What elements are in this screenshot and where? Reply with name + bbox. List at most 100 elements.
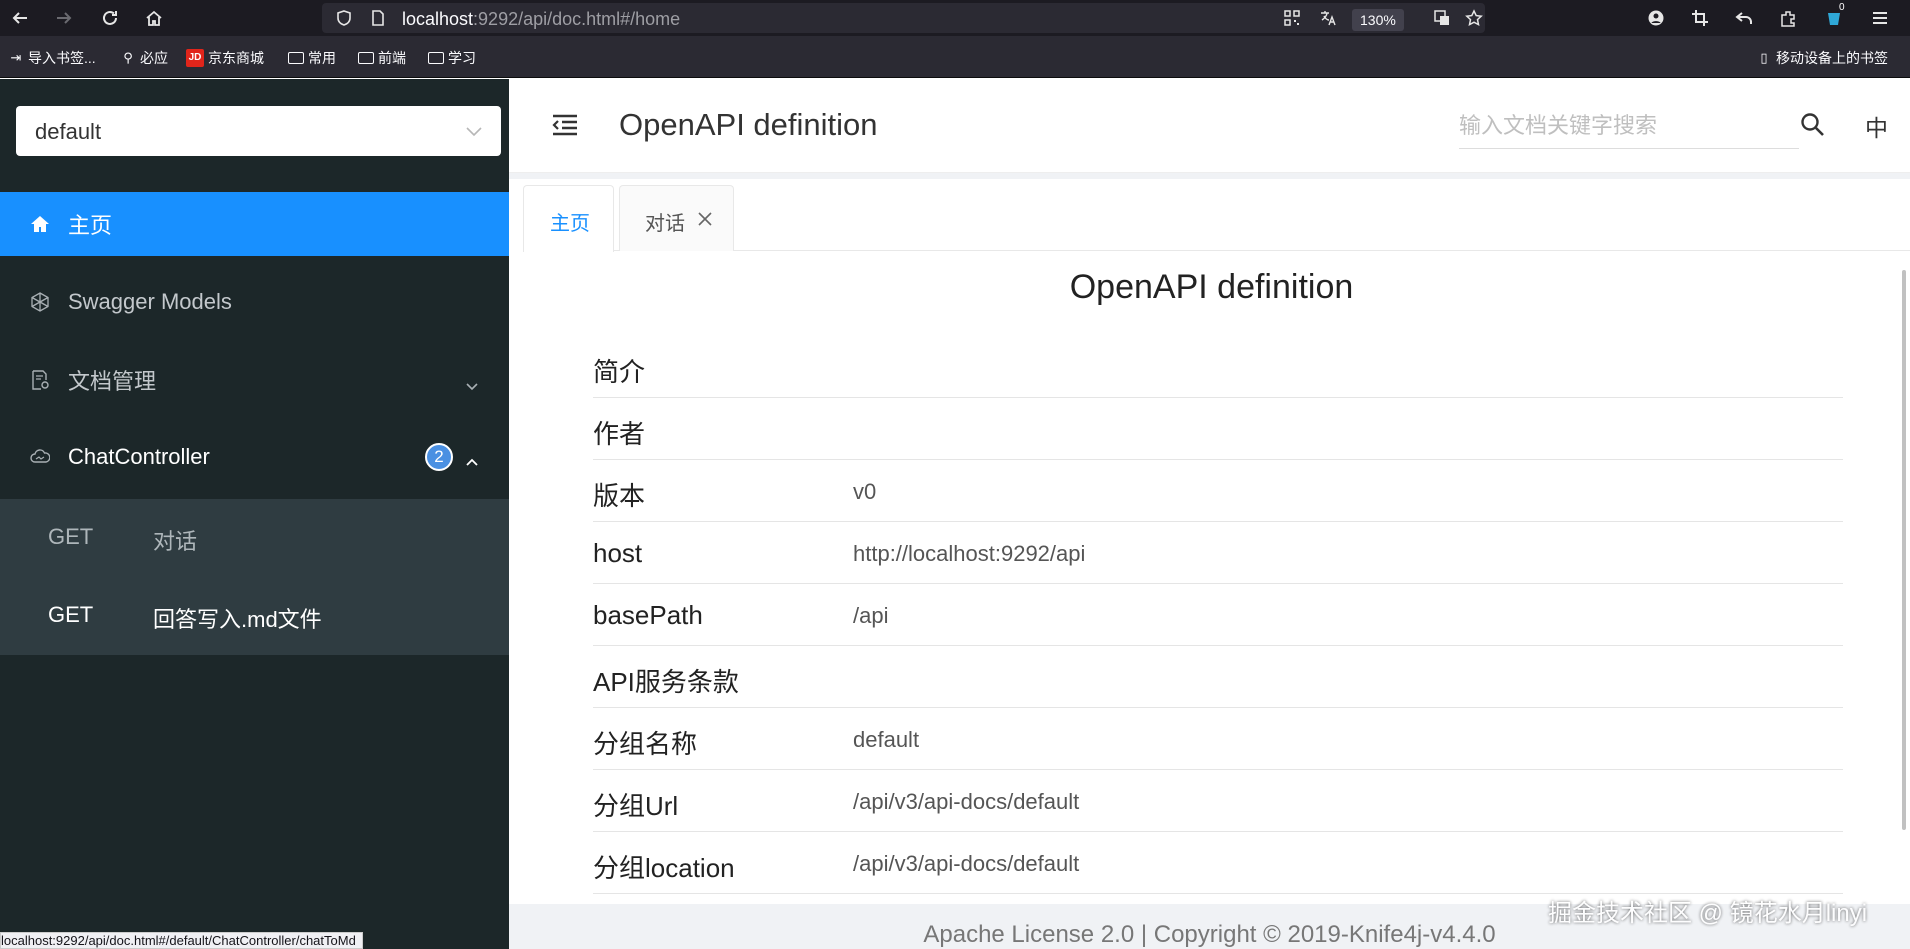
url-bar[interactable]: localhost:9292/api/doc.html#/home 130% xyxy=(322,3,1485,33)
table-row: host http://localhost:9292/api xyxy=(593,522,1843,584)
page-icon xyxy=(366,6,390,30)
sidebar: default 主页 Swagger Models 文档管理 ChatContr… xyxy=(0,79,509,949)
forward-icon[interactable] xyxy=(52,6,76,30)
info-key: 分组location xyxy=(593,853,735,883)
status-url-tooltip: localhost:9292/api/doc.html#/default/Cha… xyxy=(0,932,363,949)
tab-label: 对话 xyxy=(645,213,685,235)
info-value: default xyxy=(853,727,920,752)
info-key: 作者 xyxy=(593,419,646,449)
chatcontroller-submenu: GET 对话 GET 回答写入.md文件 xyxy=(0,499,509,655)
extensions-icon[interactable] xyxy=(1776,6,1800,30)
back-icon[interactable] xyxy=(8,6,32,30)
sidebar-item-swagger-models[interactable]: Swagger Models xyxy=(0,270,509,334)
tab-home[interactable]: 主页 xyxy=(523,185,614,252)
info-key: 分组名称 xyxy=(593,729,698,759)
shield-icon[interactable] xyxy=(332,6,356,30)
import-icon: ⇥ xyxy=(10,50,22,65)
search-input[interactable] xyxy=(1459,103,1799,149)
group-select[interactable]: default xyxy=(16,106,501,156)
chevron-down-icon xyxy=(465,122,483,140)
sidebar-item-chatcontroller[interactable]: ChatController 2 xyxy=(0,425,509,489)
menu-icon[interactable] xyxy=(1868,6,1892,30)
sidebar-item-label: Swagger Models xyxy=(68,289,232,314)
bookmark-star-icon[interactable] xyxy=(1462,6,1486,30)
folder-icon xyxy=(358,52,374,64)
watermark: 掘金技术社区 @ 镜花水月linyi xyxy=(1548,900,1868,927)
info-value: /api xyxy=(853,603,889,628)
table-row: 分组名称 default xyxy=(593,708,1843,770)
info-value: v0 xyxy=(853,479,877,504)
mobile-icon: ▯ xyxy=(1760,50,1768,65)
bookmark-import[interactable]: ⇥ 导入书签... xyxy=(8,48,96,68)
chevron-down-icon xyxy=(465,373,479,391)
crop-icon[interactable] xyxy=(1688,6,1712,30)
info-key: basePath xyxy=(593,600,703,630)
reload-icon[interactable] xyxy=(98,6,122,30)
browser-toolbar: localhost:9292/api/doc.html#/home 130% 0 xyxy=(0,0,1910,36)
close-icon[interactable] xyxy=(697,210,713,226)
folder-icon xyxy=(428,52,444,64)
tabs-bar: 主页 对话 xyxy=(523,185,1910,252)
extension-badge: 0 xyxy=(1839,2,1845,13)
table-row: 分组Url /api/v3/api-docs/default xyxy=(593,770,1843,832)
url-text[interactable]: localhost:9292/api/doc.html#/home xyxy=(402,9,680,30)
group-select-value: default xyxy=(35,119,102,144)
sidebar-item-label: 文档管理 xyxy=(68,369,157,394)
info-table: 简介 作者 版本 v0 host http://localhost:9292/a… xyxy=(593,336,1843,894)
bookmark-jd[interactable]: JD 京东商城 xyxy=(186,48,264,68)
undo-icon[interactable] xyxy=(1732,6,1756,30)
qr-icon[interactable] xyxy=(1280,6,1304,30)
language-switch[interactable]: 中 xyxy=(1865,109,1888,143)
api-item-chat[interactable]: GET 对话 xyxy=(0,499,509,577)
account-icon[interactable] xyxy=(1644,6,1668,30)
menu-fold-icon[interactable] xyxy=(550,110,580,140)
info-value: http://localhost:9292/api xyxy=(853,541,1086,566)
table-row: 分组location /api/v3/api-docs/default xyxy=(593,832,1843,894)
jd-icon: JD xyxy=(186,49,204,67)
search-icon[interactable] xyxy=(1799,111,1827,139)
translate-page-icon[interactable] xyxy=(1430,6,1454,30)
bookmark-bing[interactable]: ⚲ 必应 xyxy=(120,48,168,68)
main-area: OpenAPI definition 中 主页 对话 OpenAPI defin… xyxy=(509,79,1910,949)
info-key: API服务条款 xyxy=(593,667,739,697)
info-key: 简介 xyxy=(593,357,646,387)
sidebar-item-label: ChatController xyxy=(68,444,210,469)
search-icon: ⚲ xyxy=(123,50,133,65)
chevron-up-icon xyxy=(465,450,479,466)
table-row: 版本 v0 xyxy=(593,460,1843,522)
table-row: 作者 xyxy=(593,398,1843,460)
bookmark-folder-frontend[interactable]: 前端 xyxy=(358,48,406,68)
home-icon[interactable] xyxy=(142,6,166,30)
sidebar-item-doc-management[interactable]: 文档管理 xyxy=(0,348,509,412)
header-title: OpenAPI definition xyxy=(619,107,878,142)
info-key: 版本 xyxy=(593,481,646,511)
header-divider xyxy=(509,173,1910,179)
info-key: 分组Url xyxy=(593,791,679,821)
bookmark-mobile[interactable]: ▯ 移动设备上的书签 xyxy=(1756,48,1888,68)
table-row: 简介 xyxy=(593,336,1843,398)
api-label: 回答写入.md文件 xyxy=(153,607,322,632)
bookmarks-bar: ⇥ 导入书签... ⚲ 必应 JD 京东商城 常用 前端 学习 ▯ 移动设备上的书签 xyxy=(0,36,1910,78)
count-badge: 2 xyxy=(425,443,453,471)
table-row: API服务条款 xyxy=(593,646,1843,708)
content-panel: OpenAPI definition 简介 作者 版本 v0 host http… xyxy=(523,252,1900,904)
sidebar-item-home[interactable]: 主页 xyxy=(0,192,509,256)
api-item-chat-to-md[interactable]: GET 回答写入.md文件 xyxy=(0,577,509,655)
doc-title: OpenAPI definition xyxy=(1069,268,1354,306)
table-row: basePath /api xyxy=(593,584,1843,646)
tab-chat[interactable]: 对话 xyxy=(619,185,734,251)
folder-icon xyxy=(288,52,304,64)
zoom-level-button[interactable]: 130% xyxy=(1352,9,1404,31)
main-header: OpenAPI definition 中 xyxy=(509,79,1910,173)
tab-label: 主页 xyxy=(550,213,590,235)
sidebar-item-label: 主页 xyxy=(68,213,113,238)
info-key: host xyxy=(593,538,643,568)
bookmark-folder-study[interactable]: 学习 xyxy=(428,48,476,68)
http-method: GET xyxy=(48,524,94,549)
bookmark-folder-common[interactable]: 常用 xyxy=(288,48,336,68)
cloud-icon xyxy=(29,446,51,468)
info-value: /api/v3/api-docs/default xyxy=(853,789,1080,814)
http-method: GET xyxy=(48,602,94,627)
scrollbar[interactable] xyxy=(1902,270,1906,830)
translate-icon[interactable] xyxy=(1316,6,1340,30)
